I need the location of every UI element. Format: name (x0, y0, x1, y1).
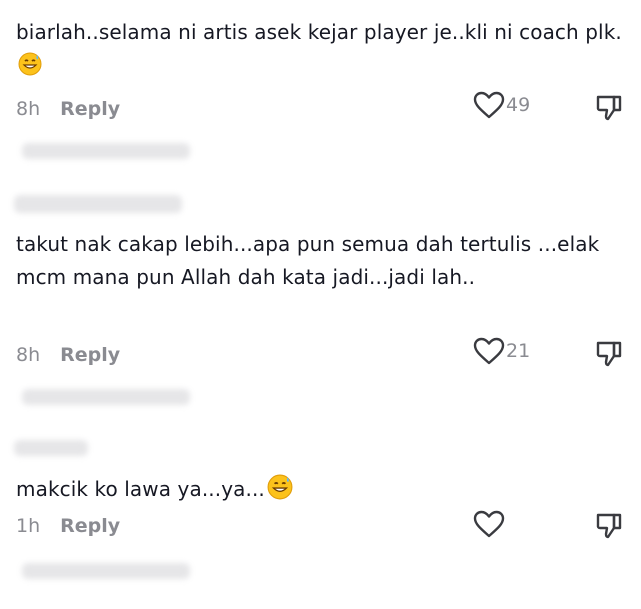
blurred-view-replies (22, 143, 190, 159)
like-count: 49 (506, 94, 531, 116)
thumbs-down-outline-icon (596, 341, 622, 367)
comment-meta: 1h Reply (16, 513, 120, 539)
comment-time: 8h (16, 344, 41, 366)
reply-button[interactable]: Reply (60, 515, 120, 537)
comment-text: takut nak cakap lebih...apa pun semua da… (16, 232, 600, 289)
thumbs-down-outline-icon (596, 95, 622, 121)
comment-time: 8h (16, 98, 41, 120)
blurred-view-replies (22, 389, 190, 405)
dislike-button[interactable] (594, 92, 624, 122)
like-count: 21 (506, 340, 531, 362)
heart-outline-icon (473, 91, 505, 119)
heart-outline-icon (473, 510, 505, 538)
grinning-sweat-emoji-icon (18, 52, 42, 86)
blurred-view-replies (22, 563, 190, 579)
dislike-button[interactable] (594, 338, 624, 368)
like-button[interactable] (472, 509, 506, 539)
comment-meta: 8h Reply (16, 342, 120, 368)
comment-2: takut nak cakap lebih...apa pun semua da… (16, 228, 626, 294)
grinning-sweat-emoji-icon (267, 474, 293, 510)
thumbs-down-outline-icon (596, 513, 622, 539)
heart-outline-icon (473, 337, 505, 365)
comment-3: makcik ko lawa ya...ya... (16, 473, 626, 510)
blurred-username (14, 440, 88, 456)
dislike-button[interactable] (594, 510, 624, 540)
comment-text: biarlah..selama ni artis asek kejar play… (16, 20, 622, 44)
reply-button[interactable]: Reply (60, 344, 120, 366)
like-button[interactable]: 49 (472, 90, 530, 120)
comment-time: 1h (16, 515, 41, 537)
reply-button[interactable]: Reply (60, 98, 120, 120)
blurred-username (14, 195, 182, 213)
like-button[interactable]: 21 (472, 336, 530, 366)
comment-meta: 8h Reply (16, 96, 120, 122)
comment-1: biarlah..selama ni artis asek kejar play… (16, 16, 626, 86)
comment-text: makcik ko lawa ya...ya... (16, 477, 265, 501)
